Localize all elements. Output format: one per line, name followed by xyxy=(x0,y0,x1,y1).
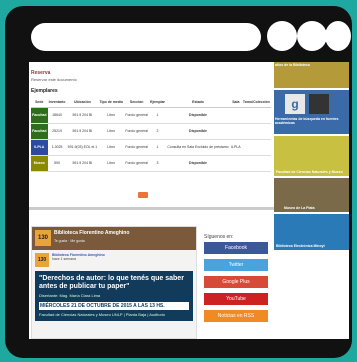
tomo-cell xyxy=(241,155,271,172)
ubicacion-cell: 591.9 204 BI xyxy=(66,155,99,172)
sala-cell xyxy=(229,123,242,140)
table-row: Facultad 18640 591.9 204 BI Libro Fondo … xyxy=(31,107,271,124)
seccion-cell: Fondo general xyxy=(124,139,150,156)
rss-button[interactable]: Noticias en RSS xyxy=(204,310,268,322)
sidebar-item-label: años de la Biblioteca xyxy=(275,63,310,67)
post-speaker: Disertante: Mag. María Clara Lima xyxy=(39,293,101,298)
estado-cell: Disponible xyxy=(166,155,230,172)
post-image[interactable]: "Derechos de autor: lo que tenés que sab… xyxy=(35,271,193,321)
inventario-cell: 18640 xyxy=(47,107,67,124)
sidebar-item-mincyt[interactable]: Biblioteca Electrónica Mincyt xyxy=(274,214,349,250)
reserva-link[interactable]: Reservar este documento xyxy=(31,77,77,82)
sidebar: años de la Biblioteca g Herramientas de … xyxy=(274,62,349,339)
col-header: Ejemplar xyxy=(149,98,167,108)
post-venue: Facultad de Ciencias Naturales y Museo U… xyxy=(39,312,166,317)
window-dot-3 xyxy=(325,21,351,51)
search-tools-icons: g xyxy=(285,94,348,114)
qr-code-icon xyxy=(309,94,329,114)
inventario-cell: 1-0025 xyxy=(47,139,67,156)
facebook-like-meta[interactable]: Te gusta · Me gusta xyxy=(54,239,85,243)
window-dot-2 xyxy=(297,21,327,51)
sidebar-item-museo[interactable]: Museo de La Plata xyxy=(274,178,349,212)
sala-cell: ILPLA xyxy=(229,139,242,156)
google-plus-button[interactable]: Google Plus xyxy=(204,276,268,288)
facebook-page-logo[interactable]: 130 xyxy=(35,230,51,246)
tipo-cell: Libro xyxy=(98,123,125,140)
col-header: Tipo de medio xyxy=(98,98,125,108)
inventario-cell: 590 xyxy=(47,155,67,172)
address-bar[interactable] xyxy=(31,23,261,51)
table-row: Museo 590 591.9 204 BI Libro Fondo gener… xyxy=(31,155,271,172)
window-dot-1 xyxy=(267,21,297,51)
ejemplar-cell: 1 xyxy=(149,107,167,124)
tomo-cell xyxy=(241,139,271,156)
ejemplar-cell: 3 xyxy=(149,155,167,172)
facebook-post: 130 Biblioteca Florentino Ameghino hace … xyxy=(32,250,196,324)
main-content: Reserva Reservar este documento Ejemplar… xyxy=(29,62,274,339)
sidebar-item-label: Museo de La Plata xyxy=(284,206,315,210)
sede-cell: Facultad xyxy=(31,107,48,124)
section-divider xyxy=(29,207,274,210)
sala-cell xyxy=(229,107,242,124)
ubicacion-cell: 591.9 204 BI xyxy=(66,107,99,124)
facebook-button[interactable]: Facebook xyxy=(204,242,268,254)
social-links: Síguenos en: Facebook Twitter Google Plu… xyxy=(204,234,268,327)
table-header-row: Sede Inventario Ubicación Tipo de medio … xyxy=(31,98,271,108)
post-title: "Derechos de autor: lo que tenés que sab… xyxy=(39,275,184,290)
estado-cell: Consulta en Sala Excluido de préstamo xyxy=(166,139,230,156)
sala-cell xyxy=(229,155,242,172)
sede-cell: Facultad xyxy=(31,123,48,140)
seccion-cell: Fondo general xyxy=(124,155,150,172)
col-header: Estado xyxy=(166,98,230,108)
tipo-cell: Libro xyxy=(98,139,125,156)
col-header: Ubicación xyxy=(66,98,99,108)
col-header: Tomo/Colección xyxy=(241,98,271,108)
sidebar-item-facultad[interactable]: Facultad de Ciencias Naturales y Museo xyxy=(274,136,349,176)
ejemplares-title: Ejemplares xyxy=(31,88,58,94)
inventario-cell: 25219 xyxy=(47,123,67,140)
ejemplar-cell: 2 xyxy=(149,123,167,140)
col-header: Sección xyxy=(124,98,150,108)
table-row: ILPLA 1-0025 591.9(03) EOL el.1 Libro Fo… xyxy=(31,139,271,156)
col-header: Sede xyxy=(31,98,48,108)
col-header: Inventario xyxy=(47,98,67,108)
youtube-button[interactable]: YouTube xyxy=(204,293,268,305)
facebook-cover: 130 Biblioteca Florentino Ameghino Te gu… xyxy=(32,227,196,250)
tipo-cell: Libro xyxy=(98,155,125,172)
col-header: Sala xyxy=(229,98,242,108)
tomo-cell xyxy=(241,123,271,140)
sidebar-item-label: Biblioteca Electrónica Mincyt xyxy=(276,244,325,248)
facebook-page-name[interactable]: Biblioteca Florentino Ameghino xyxy=(54,230,129,236)
sidebar-item-aniversario[interactable]: años de la Biblioteca xyxy=(274,62,349,88)
google-icon: g xyxy=(285,94,305,114)
estado-cell: Disponible xyxy=(166,107,230,124)
ejemplares-table: Sede Inventario Ubicación Tipo de medio … xyxy=(31,98,271,172)
browser-viewport: Reserva Reservar este documento Ejemplar… xyxy=(29,62,349,339)
tomo-cell xyxy=(241,107,271,124)
post-avatar[interactable]: 130 xyxy=(35,253,49,267)
seccion-cell: Fondo general xyxy=(124,123,150,140)
sidebar-item-herramientas[interactable]: g Herramientas de búsqueda en fuentes ac… xyxy=(274,90,349,134)
tipo-cell: Libro xyxy=(98,107,125,124)
facebook-widget: 130 Biblioteca Florentino Ameghino Te gu… xyxy=(31,226,197,339)
social-label: Síguenos en: xyxy=(204,234,234,240)
twitter-button[interactable]: Twitter xyxy=(204,259,268,271)
ubicacion-cell: 591.9(03) EOL el.1 xyxy=(66,139,99,156)
table-row: Facultad 25219 591.9 204 BI Libro Fondo … xyxy=(31,123,271,140)
estado-cell: Disponible xyxy=(166,123,230,140)
post-date: MIÉRCOLES 21 DE OCTUBRE DE 2015 A LAS 13… xyxy=(39,302,189,310)
sidebar-item-label: Facultad de Ciencias Naturales y Museo xyxy=(276,170,343,174)
ejemplar-cell: 1 xyxy=(149,139,167,156)
seccion-cell: Fondo general xyxy=(124,107,150,124)
post-time: hace 1 semana xyxy=(52,257,76,261)
reserva-title: Reserva xyxy=(31,70,51,76)
sede-cell: Museo xyxy=(31,155,48,172)
ubicacion-cell: 591.9 204 BI xyxy=(66,123,99,140)
sede-cell: ILPLA xyxy=(31,139,48,156)
pagination-button[interactable] xyxy=(138,192,148,198)
sidebar-item-label: Herramientas de búsqueda en fuentes acad… xyxy=(275,117,339,125)
